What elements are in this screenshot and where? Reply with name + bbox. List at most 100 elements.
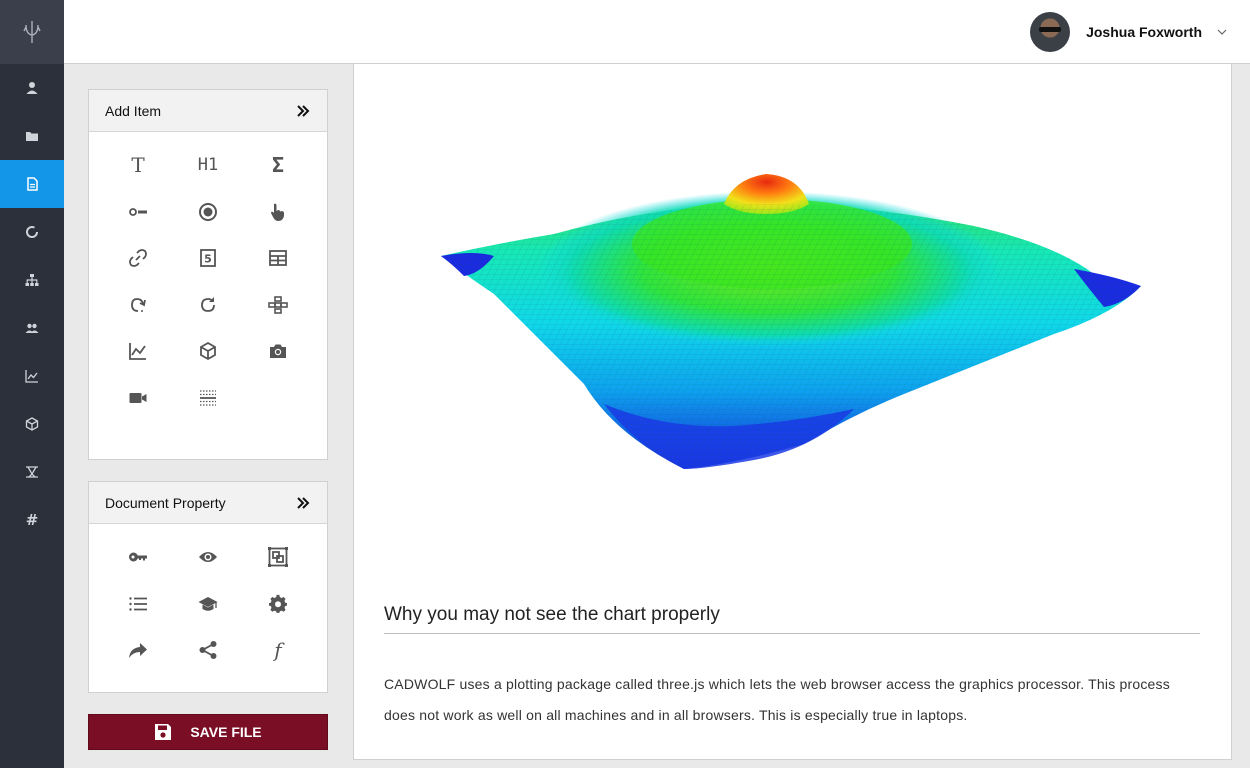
nav-item-users[interactable] [0, 304, 64, 352]
heading-divider [384, 633, 1200, 634]
add-html-button[interactable]: 5 [173, 235, 243, 282]
users-icon [25, 323, 39, 333]
share-arrow-icon [129, 643, 147, 659]
function-icon: f [274, 638, 282, 663]
nav-item-hash[interactable]: # [0, 496, 64, 544]
chevron-down-icon[interactable] [1216, 26, 1228, 38]
cube-icon [200, 342, 216, 361]
add-refresh-button[interactable] [173, 282, 243, 329]
functions-button[interactable]: f [243, 627, 313, 674]
eye-icon [199, 552, 217, 563]
document-property-header: Document Property [89, 482, 327, 524]
explanation-paragraph: CADWOLF uses a plotting package called t… [384, 676, 1170, 723]
refresh-icon [201, 296, 215, 312]
add-image-button[interactable] [243, 328, 313, 375]
nav-item-charts[interactable] [0, 352, 64, 400]
user-menu[interactable]: Joshua Foxworth [1030, 12, 1228, 52]
double-chevron-right-icon[interactable] [295, 495, 311, 511]
document-property-panel: Document Property f [88, 481, 328, 693]
add-pointer-button[interactable] [243, 189, 313, 236]
left-nav: # [0, 0, 64, 768]
save-file-label: SAVE FILE [190, 724, 262, 740]
nav-item-profile[interactable] [0, 64, 64, 112]
add-3d-button[interactable] [173, 328, 243, 375]
pointer-icon [271, 203, 284, 221]
logo[interactable] [0, 0, 64, 64]
add-heading-button[interactable]: H1 [173, 142, 243, 189]
folder-icon [26, 132, 38, 141]
table-icon [269, 250, 287, 267]
add-equation-button[interactable]: Σ [243, 142, 313, 189]
double-chevron-right-icon[interactable] [295, 103, 311, 119]
permissions-button[interactable] [103, 534, 173, 581]
chart-icon [25, 370, 38, 383]
add-radio-button[interactable] [173, 189, 243, 236]
top-bar: Joshua Foxworth [64, 0, 1250, 64]
redo-icon [131, 297, 146, 312]
share-nodes-icon [199, 641, 217, 660]
html5-icon: 5 [200, 249, 216, 268]
settings-button[interactable] [243, 581, 313, 628]
save-file-button[interactable]: SAVE FILE [88, 714, 328, 750]
surface-mesh [441, 204, 1141, 469]
trident-logo-icon [23, 21, 41, 43]
grid-dotted-icon [200, 390, 216, 406]
document-property-grid: f [89, 524, 327, 674]
nav-item-models[interactable] [0, 400, 64, 448]
panel-title: Document Property [105, 494, 226, 511]
layout-button[interactable] [243, 534, 313, 581]
nav-item-files[interactable] [0, 112, 64, 160]
hash-icon: # [25, 511, 39, 529]
radio-icon [199, 202, 217, 221]
user-name: Joshua Foxworth [1086, 24, 1202, 40]
add-grid-button[interactable] [173, 375, 243, 422]
section-heading: Why you may not see the chart properly [384, 604, 720, 625]
video-icon [129, 392, 147, 403]
text-icon: T [131, 153, 145, 178]
nav-item-network[interactable] [0, 448, 64, 496]
add-text-button[interactable]: T [103, 142, 173, 189]
circle-icon [26, 226, 38, 238]
add-plot-button[interactable] [103, 328, 173, 375]
graduation-cap-icon [198, 596, 218, 611]
share-button[interactable] [173, 627, 243, 674]
line-chart-icon [129, 343, 146, 361]
gear-icon [268, 594, 287, 613]
surface-plot[interactable] [434, 164, 1144, 484]
camera-icon [270, 344, 286, 359]
frame-icon [268, 547, 288, 568]
nav-item-structure[interactable] [0, 256, 64, 304]
visibility-button[interactable] [173, 534, 243, 581]
toggle-icon [129, 207, 147, 216]
list-icon [129, 597, 147, 611]
add-item-panel: Add Item T H1 Σ 5 [88, 89, 328, 460]
add-video-button[interactable] [103, 375, 173, 422]
add-item-header: Add Item [89, 90, 327, 132]
add-loop-button[interactable] [103, 282, 173, 329]
cube-icon [25, 417, 39, 431]
education-button[interactable] [173, 581, 243, 628]
svg-text:5: 5 [204, 253, 212, 266]
avatar[interactable] [1030, 12, 1071, 52]
main-content: Why you may not see the chart properly C… [353, 64, 1232, 760]
list-button[interactable] [103, 581, 173, 628]
link-icon [129, 249, 147, 268]
forward-button[interactable] [103, 627, 173, 674]
add-table-button[interactable] [243, 235, 313, 282]
nav-item-circle[interactable] [0, 208, 64, 256]
panel-title: Add Item [105, 102, 162, 119]
blocks-icon [268, 295, 288, 314]
add-link-button[interactable] [103, 235, 173, 282]
floppy-disk-icon [155, 724, 172, 740]
sitemap-icon [25, 274, 39, 286]
add-toggle-button[interactable] [103, 189, 173, 236]
nav-item-documents[interactable] [0, 160, 64, 208]
sigma-icon: Σ [271, 153, 285, 178]
add-item-grid: T H1 Σ 5 [89, 132, 327, 421]
network-icon [26, 466, 38, 478]
key-icon [129, 552, 147, 562]
heading-icon: H1 [197, 155, 219, 176]
user-icon [26, 82, 38, 94]
document-icon [27, 177, 38, 191]
add-blocks-button[interactable] [243, 282, 313, 329]
